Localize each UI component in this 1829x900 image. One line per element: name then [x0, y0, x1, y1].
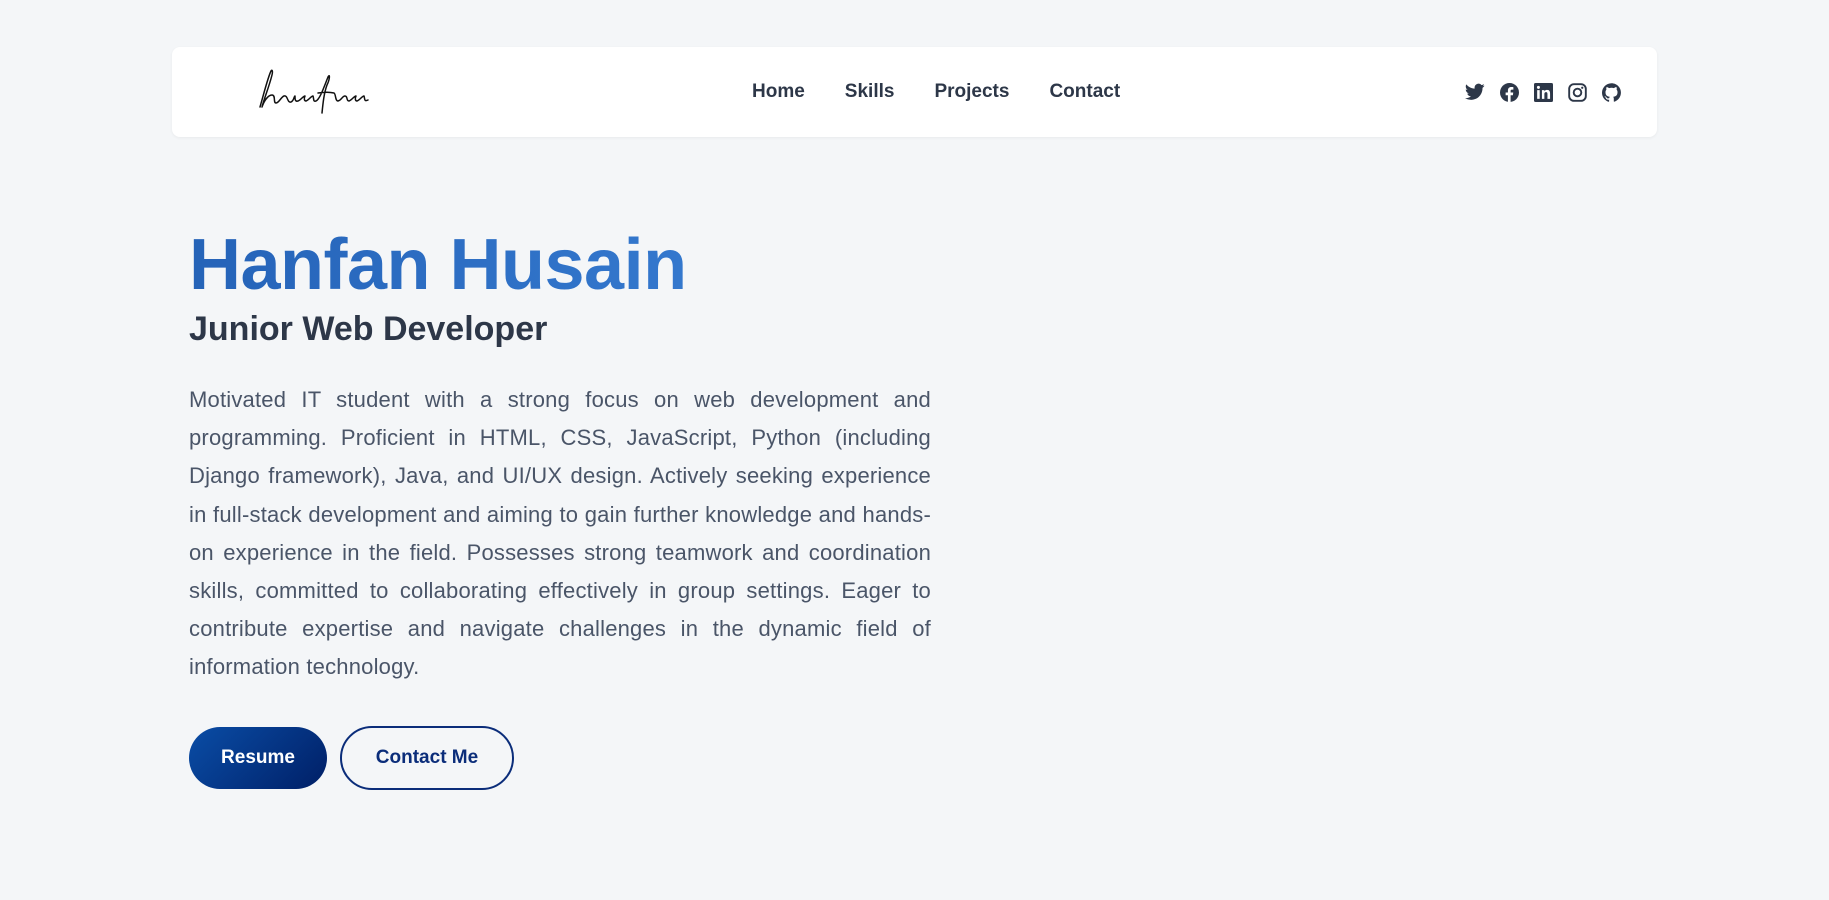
- resume-button[interactable]: Resume: [189, 726, 327, 789]
- nav-link-projects[interactable]: Projects: [914, 47, 1029, 137]
- hero-buttons: Resume Contact Me: [189, 725, 931, 790]
- linkedin-icon[interactable]: [1533, 82, 1553, 102]
- logo-signature: [259, 69, 369, 114]
- instagram-icon[interactable]: [1567, 82, 1587, 102]
- navbar: Home Skills Projects Contact: [172, 47, 1657, 137]
- facebook-icon[interactable]: [1499, 82, 1519, 102]
- github-icon[interactable]: [1601, 82, 1621, 102]
- nav-link-home[interactable]: Home: [732, 47, 825, 137]
- social-links: [1465, 47, 1621, 137]
- logo[interactable]: [254, 63, 370, 115]
- nav-link-contact[interactable]: Contact: [1029, 47, 1140, 137]
- hero-name: Hanfan Husain: [189, 222, 931, 308]
- nav-link-skills[interactable]: Skills: [825, 47, 915, 137]
- contact-me-button[interactable]: Contact Me: [340, 725, 514, 790]
- hero-section: Hanfan Husain Junior Web Developer Motiv…: [189, 222, 931, 790]
- nav-links: Home Skills Projects Contact: [732, 47, 1140, 137]
- hero-role: Junior Web Developer: [189, 310, 548, 348]
- hero-description: Motivated IT student with a strong focus…: [189, 387, 931, 680]
- twitter-icon[interactable]: [1465, 82, 1485, 102]
